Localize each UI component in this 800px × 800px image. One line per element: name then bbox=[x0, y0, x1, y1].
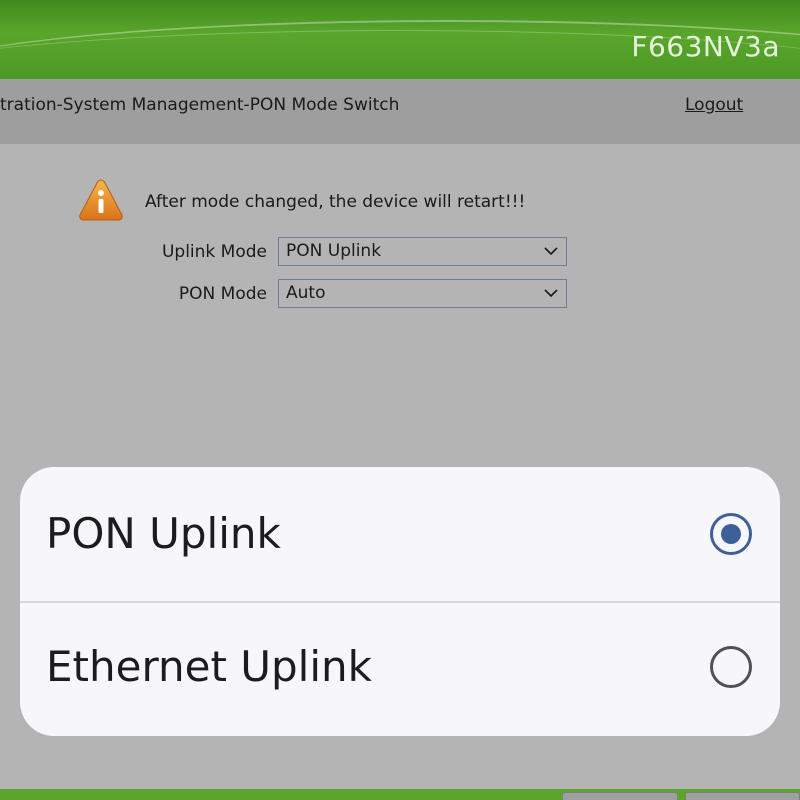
picker-option-label: Ethernet Uplink bbox=[46, 642, 372, 691]
picker-option-pon-uplink[interactable]: PON Uplink bbox=[20, 467, 780, 601]
device-model: F663NV3a bbox=[631, 30, 780, 63]
warning-icon bbox=[79, 179, 123, 221]
breadcrumb-bar: tration-System Management-PON Mode Switc… bbox=[0, 79, 800, 144]
footer-strip bbox=[0, 789, 800, 800]
chevron-down-icon bbox=[544, 247, 558, 256]
pon-mode-value: Auto bbox=[286, 283, 326, 303]
breadcrumb: tration-System Management-PON Mode Switc… bbox=[0, 95, 400, 115]
pon-mode-label: PON Mode bbox=[178, 284, 267, 304]
pon-mode-select[interactable]: Auto bbox=[278, 279, 567, 308]
footer-button-partial[interactable] bbox=[685, 792, 800, 800]
picker-option-ethernet-uplink[interactable]: Ethernet Uplink bbox=[20, 602, 780, 736]
footer-button-partial[interactable] bbox=[562, 792, 678, 800]
radio-unselected-icon[interactable] bbox=[710, 646, 752, 688]
uplink-mode-picker: PON Uplink Ethernet Uplink bbox=[20, 467, 780, 736]
logout-link[interactable]: Logout bbox=[685, 95, 743, 115]
header-banner: F663NV3a bbox=[0, 0, 800, 75]
picker-option-label: PON Uplink bbox=[46, 509, 281, 558]
uplink-mode-select[interactable]: PON Uplink bbox=[278, 237, 567, 266]
uplink-mode-value: PON Uplink bbox=[286, 241, 382, 261]
chevron-down-icon bbox=[544, 289, 558, 298]
uplink-mode-label: Uplink Mode bbox=[161, 242, 267, 262]
warning-message: After mode changed, the device will reta… bbox=[145, 192, 526, 212]
radio-selected-icon[interactable] bbox=[710, 513, 752, 555]
